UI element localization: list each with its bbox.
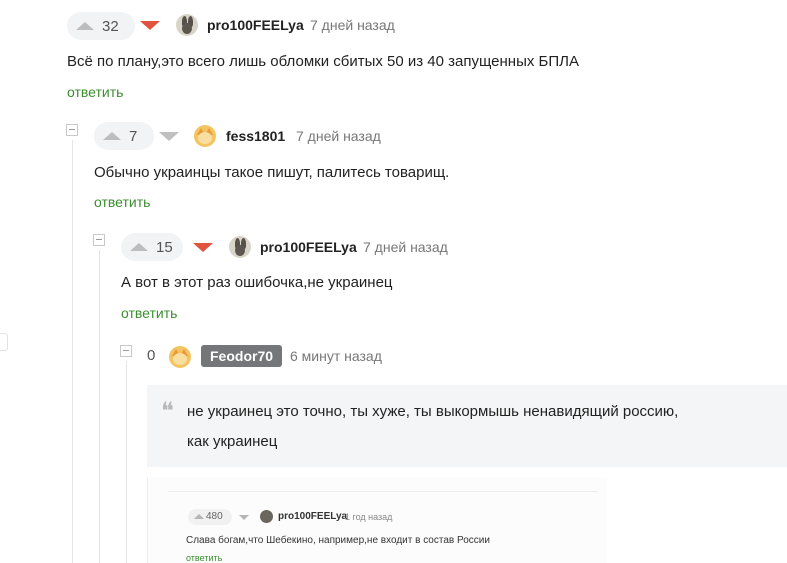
- thread-line: [72, 140, 73, 563]
- rating-box: 7: [94, 122, 154, 150]
- rabbit-avatar-icon[interactable]: [229, 236, 251, 258]
- embedded-upvote-icon: [194, 514, 204, 519]
- embedded-time: 1 год назад: [345, 512, 393, 522]
- rating-value: 32: [102, 17, 119, 35]
- quote-block: ❝ не украинец это точно, ты хуже, ты вык…: [147, 385, 787, 467]
- username[interactable]: fess1801: [226, 128, 285, 144]
- quote-text: не украинец это точно, ты хуже, ты выкор…: [187, 397, 747, 457]
- rating-box: 15: [121, 233, 183, 261]
- username-badge[interactable]: Feodor70: [201, 345, 283, 367]
- username[interactable]: pro100FEELya: [260, 239, 357, 255]
- embedded-rating-value: 480: [206, 511, 223, 522]
- reply-link[interactable]: ответить: [94, 194, 150, 210]
- collapse-thread-button[interactable]: [120, 345, 132, 357]
- rating-box: 32: [67, 12, 135, 40]
- rabbit-avatar-icon[interactable]: [176, 14, 198, 36]
- fox-avatar-icon[interactable]: [194, 125, 216, 147]
- comment-text: А вот в этот раз ошибочка,не украинец: [121, 274, 393, 291]
- downvote-icon[interactable]: [140, 21, 160, 30]
- collapse-thread-button[interactable]: [66, 124, 78, 136]
- embedded-rabbit-avatar-icon: [260, 510, 273, 523]
- username[interactable]: pro100FEELya: [207, 17, 304, 33]
- quote-line: как украинец: [187, 433, 278, 450]
- fox-avatar-icon[interactable]: [169, 346, 191, 368]
- comment-time[interactable]: 7 дней назад: [296, 128, 381, 144]
- thread-line: [99, 250, 100, 563]
- reply-link[interactable]: ответить: [67, 84, 123, 100]
- embedded-screenshot-image[interactable]: 480 pro100FEELya 1 год назад Слава богам…: [147, 477, 607, 563]
- downvote-icon[interactable]: [159, 132, 179, 141]
- downvote-icon[interactable]: [193, 243, 213, 252]
- upvote-icon[interactable]: [103, 132, 121, 140]
- comment-text: Обычно украинцы такое пишут, палитесь то…: [94, 164, 450, 181]
- upvote-icon[interactable]: [76, 22, 94, 30]
- embedded-rating-box: 480: [188, 509, 232, 525]
- embedded-comment-text: Слава богам,что Шебекино, например,не вх…: [186, 535, 490, 546]
- scroll-edge-marker: [0, 333, 8, 351]
- quote-icon: ❝: [161, 397, 174, 425]
- rating-value: 15: [156, 238, 173, 256]
- embedded-downvote-icon: [239, 515, 249, 520]
- comment-time[interactable]: 7 дней назад: [310, 17, 395, 33]
- rating-value: 0: [147, 347, 156, 364]
- upvote-icon[interactable]: [130, 243, 148, 251]
- embedded-reply-link: ответить: [186, 553, 223, 563]
- reply-link[interactable]: ответить: [121, 305, 177, 321]
- comment-time[interactable]: 6 минут назад: [290, 348, 382, 364]
- thread-line: [126, 361, 127, 563]
- rating-value: 7: [129, 127, 138, 145]
- collapse-thread-button[interactable]: [93, 234, 105, 246]
- comment-time[interactable]: 7 дней назад: [363, 239, 448, 255]
- comment-text: Всё по плану,это всего лишь обломки сбит…: [67, 53, 579, 70]
- quote-line: не украинец это точно, ты хуже, ты выкор…: [187, 403, 679, 420]
- embedded-username: pro100FEELya: [278, 511, 348, 522]
